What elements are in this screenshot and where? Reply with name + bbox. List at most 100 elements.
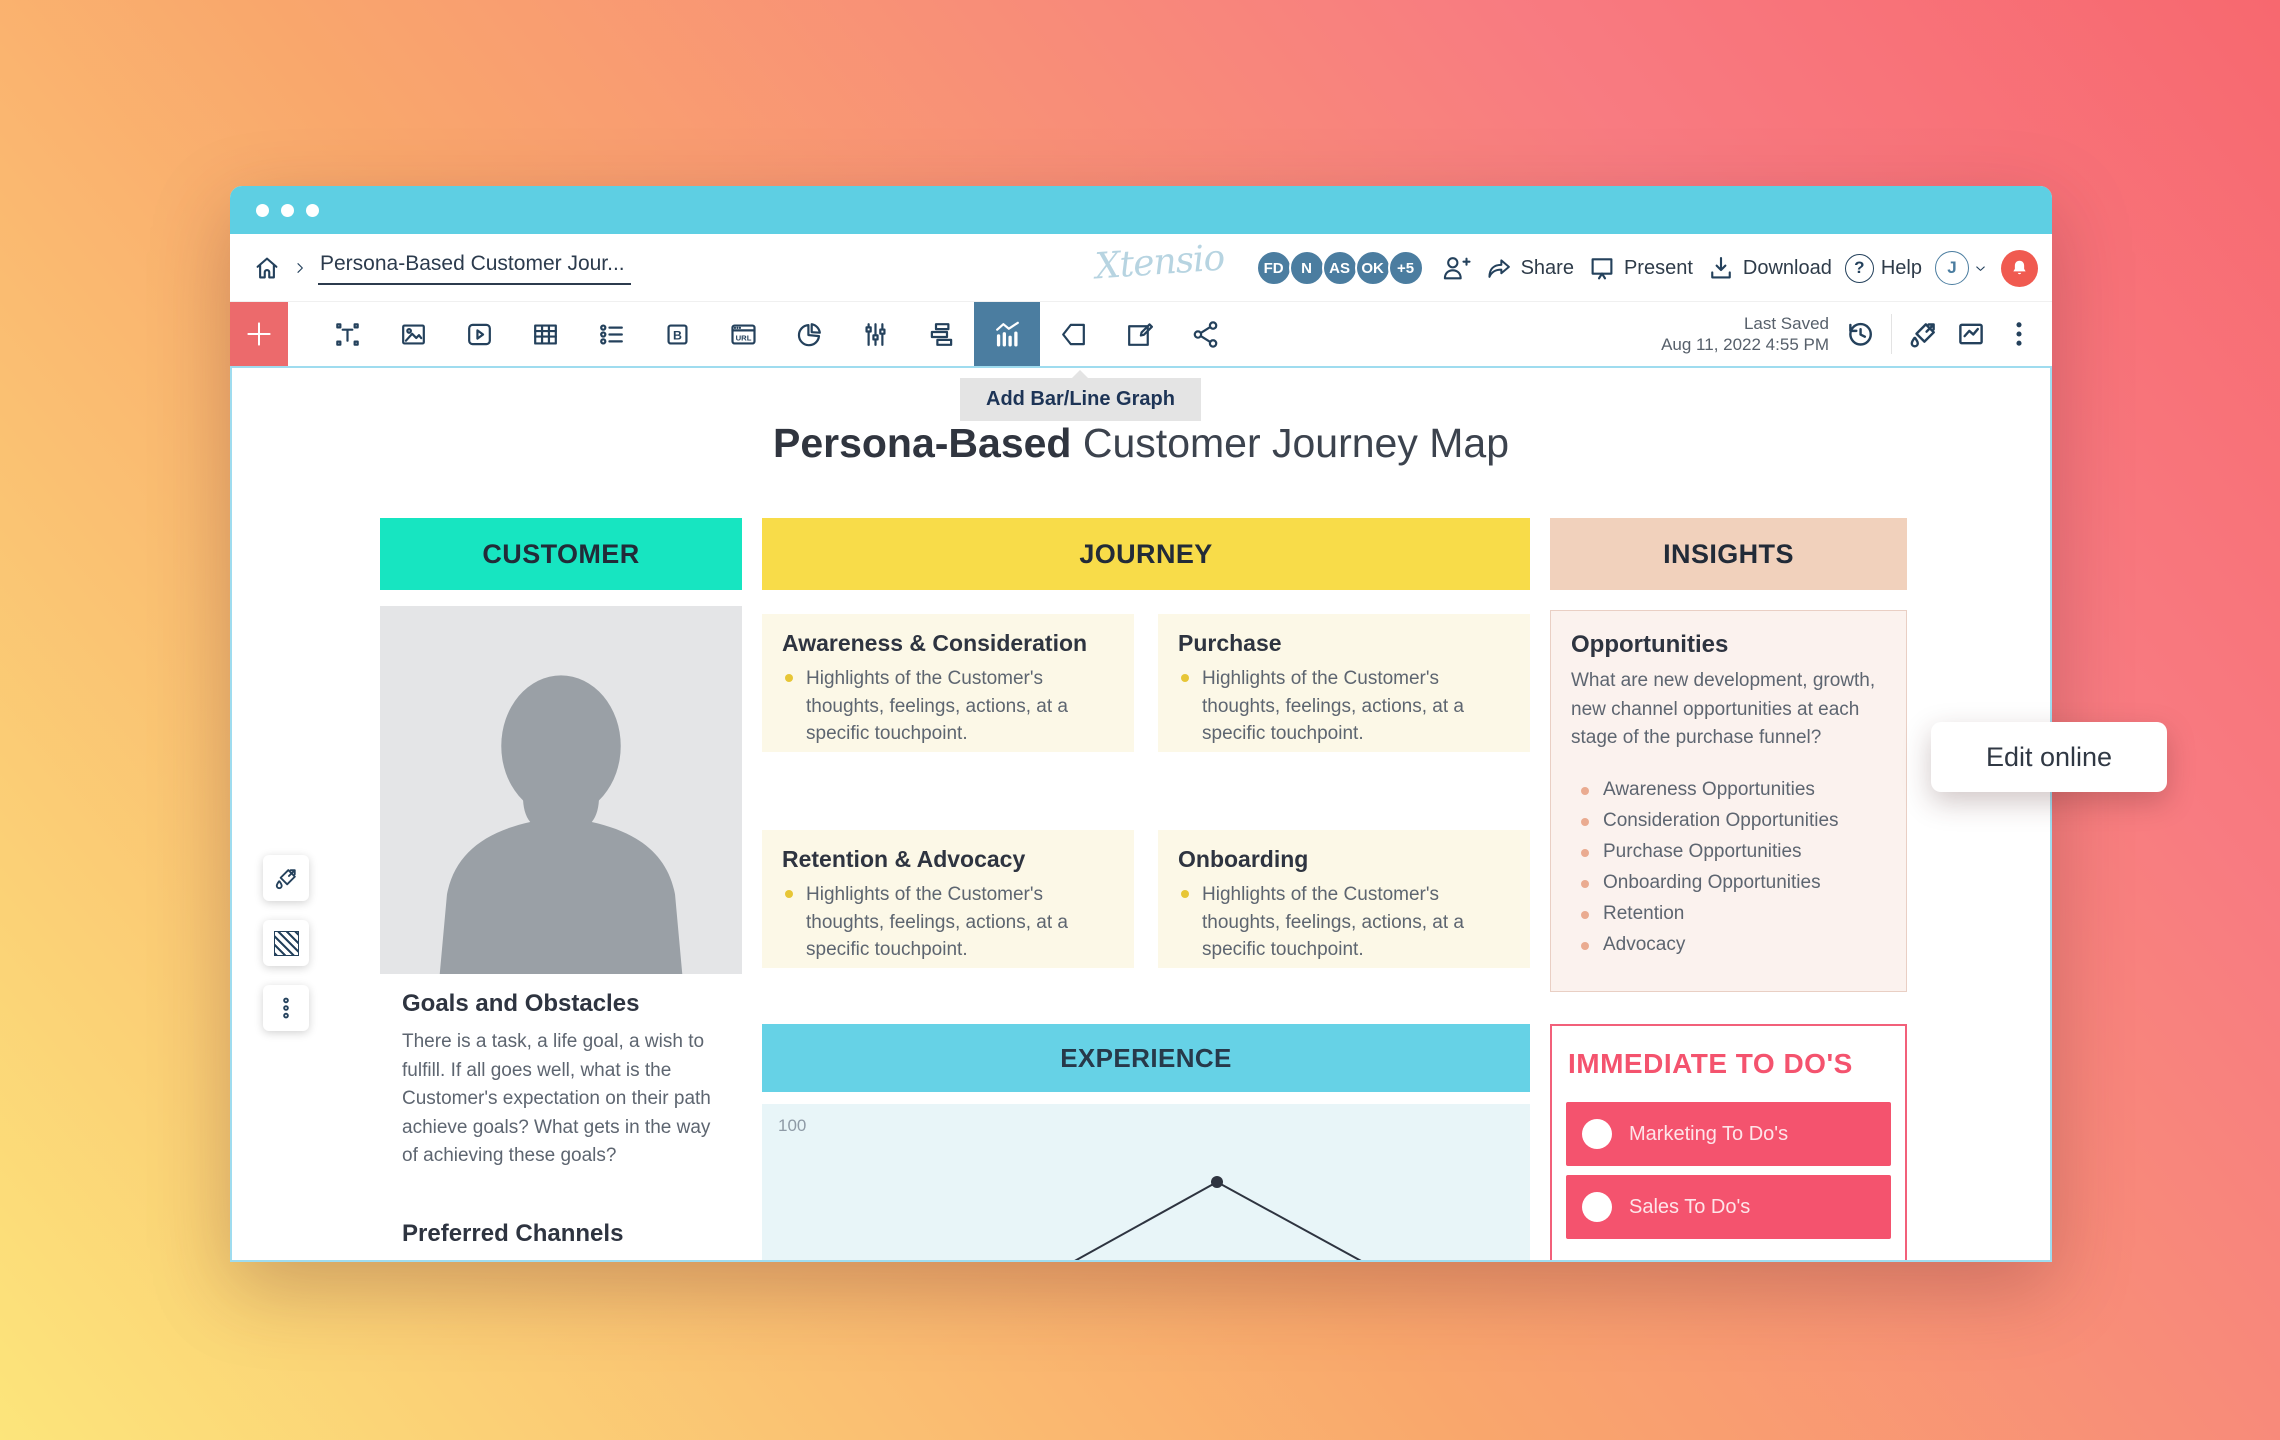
card-title: Awareness & Consideration [782, 630, 1114, 657]
notifications-button[interactable] [2001, 250, 2038, 287]
app-header: Persona-Based Customer Jour... Xtensio F… [230, 234, 2052, 302]
card-title: Retention & Advocacy [782, 846, 1114, 873]
opportunities-heading: Opportunities [1571, 631, 1886, 659]
help-button[interactable]: ? Help [1845, 254, 1922, 283]
todo-circle-icon [1582, 1192, 1612, 1222]
customer-section-header[interactable]: CUSTOMER [380, 518, 742, 590]
chevron-right-icon [292, 258, 308, 278]
tool-table[interactable] [512, 302, 578, 366]
restyle-icon[interactable] [1906, 317, 1940, 351]
avatar-overflow-count[interactable]: +5 [1388, 250, 1424, 286]
window-control-dot[interactable] [306, 204, 319, 217]
list-item: Advocacy [1577, 934, 1886, 956]
module-background-button[interactable] [263, 920, 309, 966]
list-item: Purchase Opportunities [1577, 841, 1886, 863]
todos-heading: IMMEDIATE TO DO'S [1568, 1048, 1905, 1080]
present-button[interactable]: Present [1587, 253, 1693, 283]
document-name-field[interactable]: Persona-Based Customer Jour... [318, 250, 631, 285]
immediate-todos-card[interactable]: IMMEDIATE TO DO'S Marketing To Do's Sale… [1550, 1024, 1907, 1262]
avatar[interactable]: FD [1256, 250, 1292, 286]
add-person-icon[interactable] [1437, 253, 1471, 283]
journey-card-awareness[interactable]: Awareness & Consideration Highlights of … [762, 614, 1134, 752]
edit-online-button[interactable]: Edit online [1931, 722, 2167, 792]
goals-and-obstacles[interactable]: Goals and Obstacles There is a task, a l… [402, 990, 724, 1171]
avatar[interactable]: OK [1355, 250, 1391, 286]
download-icon [1706, 253, 1736, 283]
tool-bar-line-graph[interactable] [974, 302, 1040, 366]
tooltip-add-bar-line-graph: Add Bar/Line Graph [960, 378, 1201, 421]
tool-url[interactable]: URL [710, 302, 776, 366]
window-control-dot[interactable] [256, 204, 269, 217]
tool-list[interactable] [578, 302, 644, 366]
help-icon: ? [1845, 254, 1874, 283]
goals-text: There is a task, a life goal, a wish to … [402, 1028, 724, 1171]
module-floating-toolbar [263, 855, 309, 1031]
todo-circle-icon [1582, 1119, 1612, 1149]
avatar[interactable]: N [1289, 250, 1325, 286]
add-module-button[interactable] [230, 302, 288, 366]
module-more-options-button[interactable] [263, 985, 309, 1031]
experience-section-header[interactable]: EXPERIENCE [762, 1024, 1530, 1092]
module-style-button[interactable] [263, 855, 309, 901]
user-menu[interactable]: J [1935, 251, 1988, 285]
avatar[interactable]: AS [1322, 250, 1358, 286]
share-button[interactable]: Share [1484, 254, 1574, 282]
dots-vertical-icon [272, 994, 300, 1022]
breadcrumb: Persona-Based Customer Jour... [252, 250, 631, 285]
version-history-icon[interactable] [1843, 317, 1877, 351]
tool-bar-chart[interactable] [908, 302, 974, 366]
goals-heading: Goals and Obstacles [402, 990, 724, 1018]
present-label: Present [1624, 257, 1693, 280]
card-bullet-text: Highlights of the Customer's thoughts, f… [782, 665, 1114, 748]
experience-chart-line [762, 1104, 1530, 1262]
preferred-channels-heading: Preferred Channels [402, 1220, 724, 1248]
journey-card-retention[interactable]: Retention & Advocacy Highlights of the C… [762, 830, 1134, 968]
journey-section-header[interactable]: JOURNEY [762, 518, 1530, 590]
window-control-dot[interactable] [281, 204, 294, 217]
insights-section-header[interactable]: INSIGHTS [1550, 518, 1907, 590]
journey-card-onboarding[interactable]: Onboarding Highlights of the Customer's … [1158, 830, 1530, 968]
opportunities-card[interactable]: Opportunities What are new development, … [1550, 610, 1907, 992]
list-item: Awareness Opportunities [1577, 779, 1886, 801]
svg-text:B: B [673, 328, 682, 342]
chevron-down-icon [1973, 261, 1988, 276]
tool-shape[interactable] [1040, 302, 1106, 366]
download-label: Download [1743, 257, 1832, 280]
kebab-menu-icon[interactable] [2002, 317, 2036, 351]
customer-photo-placeholder[interactable] [380, 606, 742, 974]
collaborator-avatars: FD N AS OK +5 [1259, 250, 1424, 286]
tool-image[interactable] [380, 302, 446, 366]
tool-embed[interactable] [1172, 302, 1238, 366]
last-saved-label: Last Saved [1661, 313, 1829, 334]
home-icon[interactable] [252, 253, 282, 283]
y-axis-top-label: 100 [778, 1116, 806, 1136]
app-window: Persona-Based Customer Jour... Xtensio F… [230, 186, 2052, 1262]
paint-bucket-icon [272, 864, 300, 892]
document-canvas[interactable]: Add Bar/Line Graph Persona-Based Custome… [230, 366, 2052, 1262]
opportunities-list: Awareness Opportunities Consideration Op… [1571, 779, 1886, 956]
person-silhouette-icon [380, 606, 742, 974]
card-title: Onboarding [1178, 846, 1510, 873]
experience-line-chart[interactable]: 100 [762, 1104, 1530, 1262]
window-titlebar [230, 186, 2052, 234]
journey-card-purchase[interactable]: Purchase Highlights of the Customer's th… [1158, 614, 1530, 752]
todo-row-sales[interactable]: Sales To Do's [1566, 1175, 1891, 1239]
editor-toolbar: B URL [230, 302, 2052, 366]
tool-form[interactable] [1106, 302, 1172, 366]
tool-sliders[interactable] [842, 302, 908, 366]
opportunities-text: What are new development, growth, new ch… [1571, 667, 1886, 753]
insights-column: INSIGHTS Opportunities What are new deve… [1550, 368, 1907, 1262]
plus-icon [244, 319, 274, 349]
present-icon [1587, 253, 1617, 283]
preferred-channels[interactable]: Preferred Channels [402, 1220, 724, 1248]
tool-text[interactable] [314, 302, 380, 366]
card-bullet-text: Highlights of the Customer's thoughts, f… [1178, 665, 1510, 748]
tool-button[interactable]: B [644, 302, 710, 366]
share-label: Share [1521, 257, 1574, 280]
tool-video[interactable] [446, 302, 512, 366]
todo-row-marketing[interactable]: Marketing To Do's [1566, 1102, 1891, 1166]
download-button[interactable]: Download [1706, 253, 1832, 283]
tool-pie-chart[interactable] [776, 302, 842, 366]
analytics-icon[interactable] [1954, 317, 1988, 351]
toolbar-right: Last Saved Aug 11, 2022 4:55 PM [1661, 302, 2052, 366]
